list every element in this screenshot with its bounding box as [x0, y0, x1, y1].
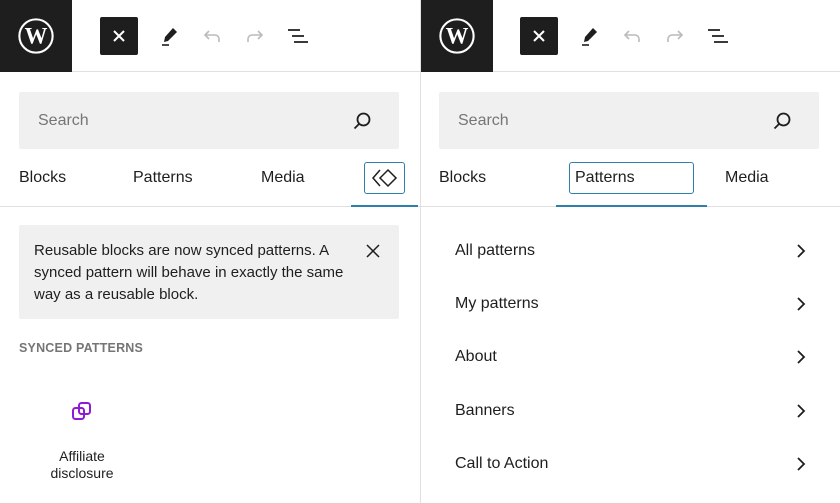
synced-patterns-heading: Synced patterns	[19, 341, 144, 355]
category-item-all-patterns[interactable]: All patterns	[441, 225, 811, 277]
redo-button[interactable]	[656, 17, 694, 55]
wordpress-logo-button[interactable]: W	[0, 0, 72, 72]
document-overview-button[interactable]	[279, 17, 317, 55]
synced-pattern-icon	[72, 402, 91, 420]
tools-button[interactable]	[570, 17, 608, 55]
undo-button[interactable]	[613, 17, 651, 55]
pencil-icon	[162, 28, 177, 46]
tab-media[interactable]: Media	[725, 150, 769, 206]
chevron-right-icon	[797, 244, 806, 258]
tab-blocks[interactable]: Blocks	[439, 150, 486, 206]
pattern-label: Affiliate disclosure	[50, 448, 114, 481]
chevron-right-icon	[797, 297, 806, 311]
tab-patterns[interactable]: Patterns	[569, 150, 694, 206]
category-label: Banners	[455, 402, 515, 419]
list-view-icon	[288, 29, 308, 43]
list-view-icon	[708, 29, 728, 43]
category-item-about[interactable]: About	[441, 331, 811, 383]
tab-blocks[interactable]: Blocks	[19, 150, 66, 206]
document-overview-button[interactable]	[699, 17, 737, 55]
chevron-right-icon	[797, 457, 806, 471]
search-icon[interactable]	[351, 110, 373, 132]
tab-label: Patterns	[133, 169, 193, 186]
inserter-tabs: Blocks Patterns Media	[0, 150, 420, 207]
category-item-banners[interactable]: Banners	[441, 385, 811, 437]
chevron-right-icon	[797, 404, 806, 418]
synced-pattern-tab-icon	[372, 168, 398, 188]
tab-label: Blocks	[439, 169, 487, 186]
svg-text:W: W	[446, 24, 469, 49]
tab-label: Blocks	[19, 169, 67, 186]
tab-label: Patterns	[575, 169, 635, 186]
undo-icon	[623, 30, 640, 42]
close-inserter-button[interactable]	[520, 17, 558, 55]
tab-label: Media	[725, 169, 769, 186]
tools-button[interactable]	[150, 17, 188, 55]
wordpress-logo-icon: W	[439, 18, 475, 54]
close-inserter-button[interactable]	[100, 17, 138, 55]
active-tab-indicator	[556, 205, 707, 207]
inserter-panel-patterns: W Search Blocks Patterns Media All patte…	[420, 0, 840, 503]
tab-patterns[interactable]: Patterns	[133, 150, 193, 206]
pattern-item[interactable]: Affiliate disclosure	[32, 400, 132, 482]
category-label: My patterns	[455, 295, 539, 312]
search-icon[interactable]	[771, 110, 793, 132]
notice-text: Reusable blocks are now synced patterns.…	[34, 242, 344, 303]
redo-icon	[247, 30, 264, 42]
tab-label: Media	[261, 169, 305, 186]
tab-media[interactable]: Media	[261, 150, 305, 206]
category-label: About	[455, 348, 497, 365]
wordpress-logo-icon: W	[18, 18, 54, 54]
editor-toolbar: W	[421, 0, 840, 72]
search-input[interactable]	[19, 92, 399, 149]
wordpress-logo-button[interactable]: W	[421, 0, 493, 72]
dismiss-notice-icon[interactable]	[365, 243, 381, 259]
category-item-call-to-action[interactable]: Call to Action	[441, 438, 811, 490]
redo-button[interactable]	[236, 17, 274, 55]
search-box	[439, 92, 819, 149]
tab-synced-patterns[interactable]	[364, 150, 405, 206]
undo-button[interactable]	[193, 17, 231, 55]
search-input[interactable]	[439, 92, 819, 149]
close-icon	[113, 30, 125, 42]
category-label: Call to Action	[455, 455, 549, 472]
svg-text:W: W	[25, 24, 48, 49]
pencil-icon	[582, 28, 597, 46]
undo-icon	[203, 30, 220, 42]
redo-icon	[667, 30, 684, 42]
category-label: All patterns	[455, 242, 536, 259]
chevron-right-icon	[797, 350, 806, 364]
inserter-panel-synced: W Search Blocks Patterns Media Reusable …	[0, 0, 420, 503]
synced-patterns-notice: Reusable blocks are now synced patterns.…	[19, 225, 399, 319]
inserter-tabs: Blocks Patterns Media	[421, 150, 840, 207]
search-box	[19, 92, 399, 149]
editor-toolbar: W	[0, 0, 420, 72]
category-item-my-patterns[interactable]: My patterns	[441, 278, 811, 330]
active-tab-indicator	[351, 205, 418, 207]
close-icon	[533, 30, 545, 42]
